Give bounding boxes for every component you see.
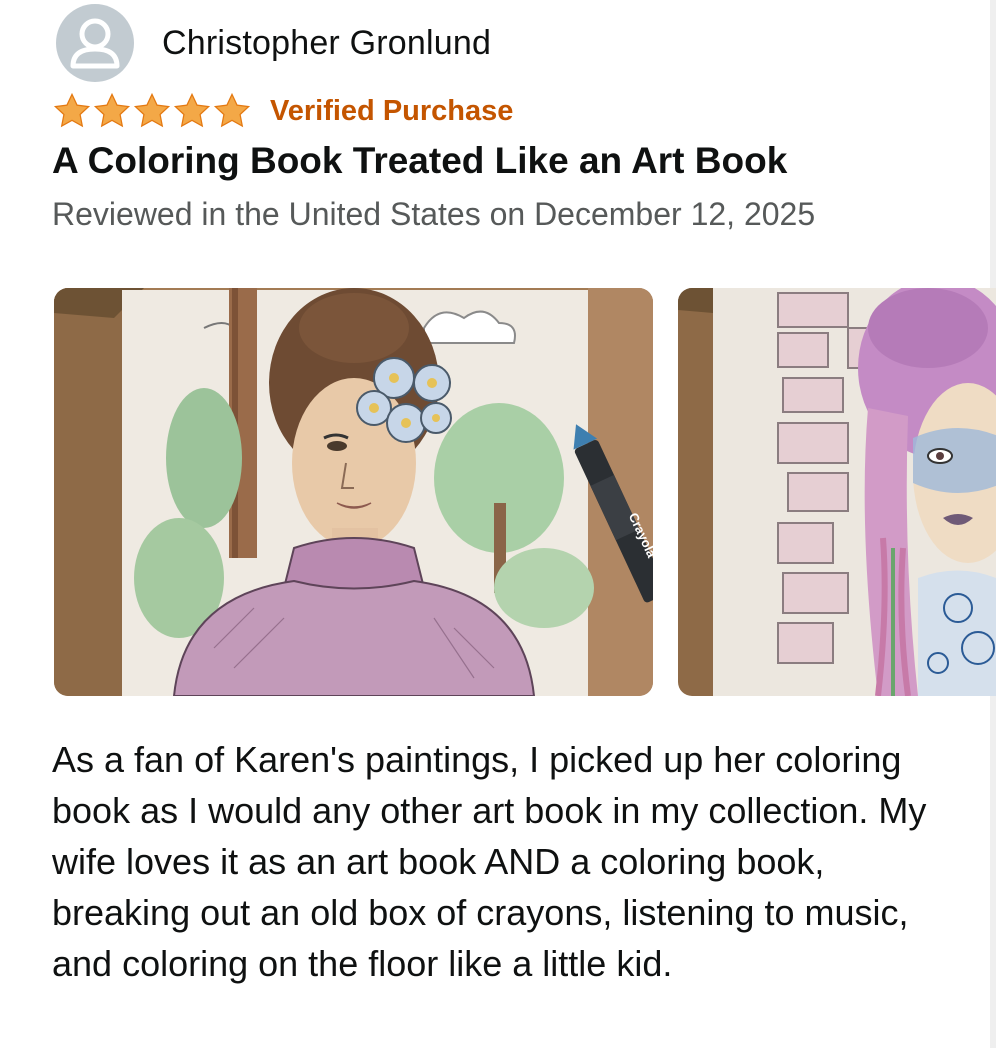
star-icon bbox=[53, 92, 91, 128]
star-icon bbox=[133, 92, 171, 128]
reviewer-header: Christopher Gronlund bbox=[56, 4, 491, 82]
review-date: Reviewed in the United States on Decembe… bbox=[52, 196, 816, 232]
review-photo-1[interactable]: Crayola bbox=[54, 288, 653, 696]
avatar[interactable] bbox=[56, 4, 134, 82]
star-rating[interactable] bbox=[52, 92, 252, 130]
review-body: As a fan of Karen's paintings, I picked … bbox=[52, 739, 927, 984]
star-icon bbox=[173, 92, 211, 128]
verified-purchase-badge: Verified Purchase bbox=[270, 94, 514, 127]
review-image-coloring-page-2 bbox=[678, 288, 996, 696]
default-user-icon bbox=[70, 18, 120, 69]
review-title: A Coloring Book Treated Like an Art Book bbox=[52, 140, 788, 181]
rating-row: Verified Purchase bbox=[52, 92, 513, 130]
review-card: Christopher Gronlund Verified Purchase A… bbox=[0, 0, 996, 1048]
review-photo-2[interactable] bbox=[678, 288, 996, 696]
reviewer-name[interactable]: Christopher Gronlund bbox=[162, 24, 491, 63]
review-image-coloring-page-1: Crayola bbox=[54, 288, 653, 696]
star-icon bbox=[93, 92, 131, 128]
star-icon bbox=[213, 92, 251, 128]
